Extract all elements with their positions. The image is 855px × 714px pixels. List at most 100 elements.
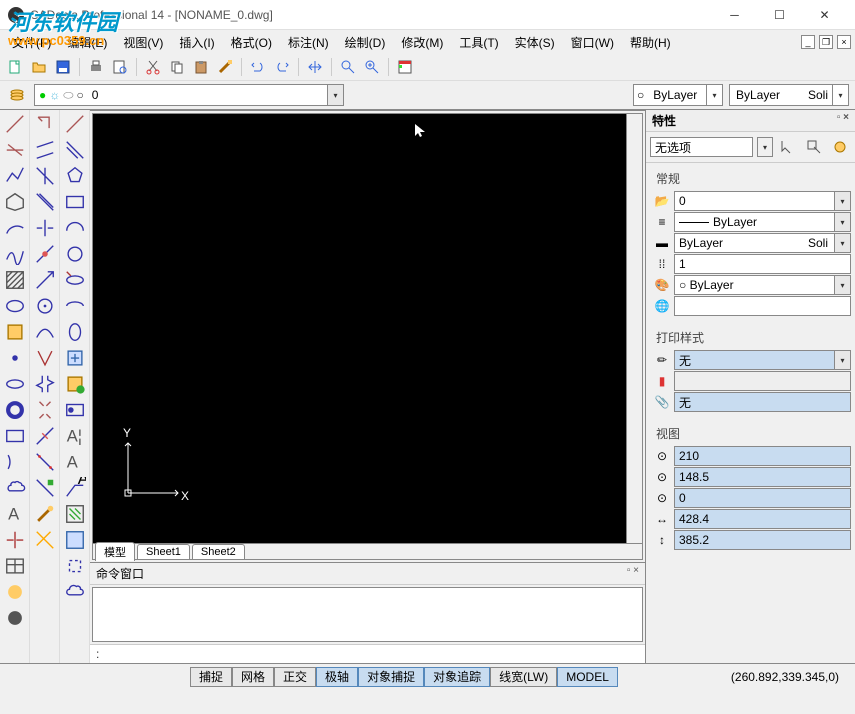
region2-tool[interactable] <box>63 554 87 578</box>
spline-tool[interactable] <box>3 242 27 266</box>
cloud-tool[interactable] <box>63 580 87 604</box>
copy-button[interactable] <box>166 56 188 78</box>
block-tool[interactable] <box>3 320 27 344</box>
mline-tool[interactable] <box>63 138 87 162</box>
circle2-tool[interactable] <box>63 242 87 266</box>
arc2-tool[interactable] <box>63 216 87 240</box>
tab-sheet1[interactable]: Sheet1 <box>137 544 190 559</box>
tab-sheet2[interactable]: Sheet2 <box>192 544 245 559</box>
arc-tool[interactable] <box>3 216 27 240</box>
explode-tool[interactable] <box>33 450 57 474</box>
rotate-tool[interactable] <box>33 242 57 266</box>
prop-view-z[interactable]: 0 <box>674 488 851 508</box>
menu-dimension[interactable]: 标注(N) <box>280 31 337 54</box>
status-btn-MODEL[interactable]: MODEL <box>557 667 618 687</box>
prop-view-width[interactable]: 210 <box>674 446 851 466</box>
canvas-scrollbar-vertical[interactable] <box>626 114 642 543</box>
status-btn-网格[interactable]: 网格 <box>232 667 274 687</box>
table-tool[interactable] <box>3 554 27 578</box>
rectangle-tool[interactable] <box>3 424 27 448</box>
menu-solids[interactable]: 实体(S) <box>507 31 563 54</box>
fillet-tool[interactable] <box>33 424 57 448</box>
sphere-tool[interactable] <box>3 606 27 630</box>
menu-window[interactable]: 窗口(W) <box>563 31 622 54</box>
erase-tool[interactable] <box>33 476 57 500</box>
prop-view-height[interactable]: 148.5 <box>674 467 851 487</box>
join-tool[interactable] <box>33 502 57 526</box>
menu-tools[interactable]: 工具(T) <box>451 31 506 54</box>
properties-button[interactable] <box>394 56 416 78</box>
menu-insert[interactable]: 插入(I) <box>171 31 222 54</box>
prop-view-cx[interactable]: 428.4 <box>674 509 851 529</box>
menu-modify[interactable]: 修改(M) <box>393 31 451 54</box>
prop-linetype[interactable]: ByLayer <box>674 212 851 232</box>
prop-view-cy[interactable]: 385.2 <box>674 530 851 550</box>
paste-button[interactable] <box>190 56 212 78</box>
mtext-tool[interactable]: A <box>63 450 87 474</box>
prop-hyperlink[interactable] <box>674 296 851 316</box>
polygon2-tool[interactable] <box>63 164 87 188</box>
prop-plotstyle[interactable]: 无 <box>674 350 851 370</box>
trim2-tool[interactable] <box>33 320 57 344</box>
menu-draw[interactable]: 绘制(D) <box>337 31 394 54</box>
ellipse-arc-tool[interactable] <box>63 294 87 318</box>
boundary-tool[interactable] <box>63 528 87 552</box>
make-block-tool[interactable] <box>63 372 87 396</box>
match-properties-button[interactable] <box>214 56 236 78</box>
status-btn-正交[interactable]: 正交 <box>274 667 316 687</box>
point-tool[interactable] <box>3 346 27 370</box>
mdi-restore[interactable]: ❐ <box>819 35 833 49</box>
arc3p-tool[interactable] <box>3 450 27 474</box>
cut-button[interactable] <box>142 56 164 78</box>
status-btn-极轴[interactable]: 极轴 <box>316 667 358 687</box>
layer-dropdown[interactable] <box>327 85 343 105</box>
selection-combo[interactable] <box>650 137 753 157</box>
rect2-tool[interactable] <box>63 190 87 214</box>
tab-model[interactable]: 模型 <box>95 542 135 561</box>
maximize-button[interactable]: ☐ <box>757 1 802 29</box>
quick-select-button[interactable] <box>777 136 799 158</box>
dtext-tool[interactable]: A¦ <box>63 424 87 448</box>
stretch-tool[interactable] <box>33 294 57 318</box>
status-btn-线宽(LW)[interactable]: 线宽(LW) <box>490 667 557 687</box>
menu-view[interactable]: 视图(V) <box>115 31 171 54</box>
lengthen-tool[interactable] <box>33 528 57 552</box>
canvas-scrollbar-horizontal[interactable]: 模型 Sheet1 Sheet2 <box>93 543 642 559</box>
mdi-close[interactable]: × <box>837 35 851 49</box>
prop-plotattach[interactable]: 无 <box>674 392 851 412</box>
gradient-tool[interactable] <box>3 580 27 604</box>
pan-button[interactable] <box>304 56 326 78</box>
extend-tool[interactable] <box>33 346 57 370</box>
polyline-tool[interactable] <box>3 164 27 188</box>
prop-ltscale[interactable]: 1 <box>674 254 851 274</box>
status-btn-对象捕捉[interactable]: 对象捕捉 <box>358 667 424 687</box>
hatch2-tool[interactable] <box>63 502 87 526</box>
insert-block-tool[interactable] <box>63 346 87 370</box>
menu-help[interactable]: 帮助(H) <box>622 31 679 54</box>
undo-button[interactable] <box>247 56 269 78</box>
chamfer-tool[interactable] <box>33 398 57 422</box>
command-panel-dock-controls[interactable]: ▫ × <box>627 565 639 582</box>
command-history[interactable] <box>92 587 643 642</box>
spline2-tool[interactable] <box>63 320 87 344</box>
trim-tool[interactable] <box>3 528 27 552</box>
print-preview-button[interactable] <box>109 56 131 78</box>
zoom-window-button[interactable] <box>337 56 359 78</box>
toggle-pickadd-button[interactable] <box>829 136 851 158</box>
scale-tool[interactable] <box>33 268 57 292</box>
close-button[interactable]: ✕ <box>802 1 847 29</box>
leader-tool[interactable]: A <box>63 476 87 500</box>
new-button[interactable] <box>4 56 26 78</box>
ellipse-tool[interactable] <box>3 372 27 396</box>
revision-cloud-tool[interactable] <box>3 476 27 500</box>
drawing-canvas[interactable]: Y X 模型 Sheet1 Sheet2 <box>92 113 643 560</box>
linetype-combo[interactable]: ByLayer Soli <box>729 84 849 106</box>
mdi-minimize[interactable]: _ <box>801 35 815 49</box>
line-tool[interactable] <box>3 112 27 136</box>
menu-edit[interactable]: 编辑(E) <box>59 31 115 54</box>
minimize-button[interactable]: ─ <box>712 1 757 29</box>
zoom-extents-button[interactable] <box>361 56 383 78</box>
prop-lineweight[interactable]: ByLayerSoli <box>674 233 851 253</box>
layer-manager-button[interactable] <box>6 84 28 106</box>
select-objects-button[interactable] <box>803 136 825 158</box>
